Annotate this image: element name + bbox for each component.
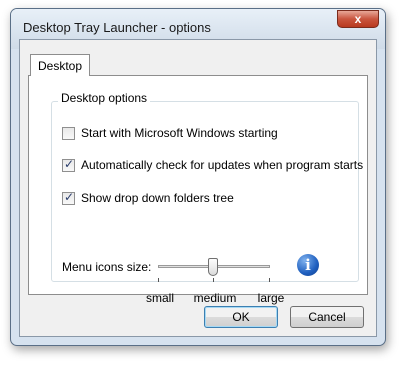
ok-button[interactable]: OK xyxy=(204,306,278,328)
option-label: Automatically check for updates when pro… xyxy=(81,158,364,172)
close-icon: x xyxy=(354,12,362,26)
close-button[interactable]: x xyxy=(337,10,379,28)
dialog-client-area: Desktop Desktop options Start with Micro… xyxy=(19,39,377,337)
option-label: Show drop down folders tree xyxy=(81,191,234,205)
slider-tick xyxy=(158,278,159,282)
slider-label-medium: medium xyxy=(193,291,237,305)
start-with-windows-checkbox[interactable] xyxy=(62,126,75,140)
window-title: Desktop Tray Launcher - options xyxy=(23,20,211,35)
option-label: Start with Microsoft Windows starting xyxy=(81,126,278,140)
options-window: Desktop Tray Launcher - options x Deskto… xyxy=(10,8,386,346)
slider-label-small: small xyxy=(145,291,175,305)
slider-tick xyxy=(269,278,270,282)
tab-desktop[interactable]: Desktop xyxy=(30,54,90,76)
cancel-button[interactable]: Cancel xyxy=(290,306,364,328)
info-icon[interactable]: i xyxy=(297,254,319,276)
slider-tick xyxy=(213,278,214,282)
tab-desktop-label: Desktop xyxy=(37,58,83,73)
group-label: Desktop options xyxy=(58,91,151,105)
option-check-updates[interactable]: Automatically check for updates when pro… xyxy=(62,157,364,172)
desktop-tab-panel: Desktop options Start with Microsoft Win… xyxy=(28,75,368,305)
check-updates-checkbox[interactable] xyxy=(62,157,75,172)
option-start-with-windows[interactable]: Start with Microsoft Windows starting xyxy=(62,126,278,140)
menu-icons-size-label: Menu icons size: xyxy=(62,260,152,274)
option-show-folders-tree[interactable]: Show drop down folders tree xyxy=(62,190,234,205)
ok-button-label: OK xyxy=(232,310,250,324)
slider-thumb[interactable] xyxy=(208,258,218,276)
cancel-button-label: Cancel xyxy=(308,310,346,324)
show-folders-tree-checkbox[interactable] xyxy=(62,190,75,205)
slider-label-large: large xyxy=(257,291,285,305)
